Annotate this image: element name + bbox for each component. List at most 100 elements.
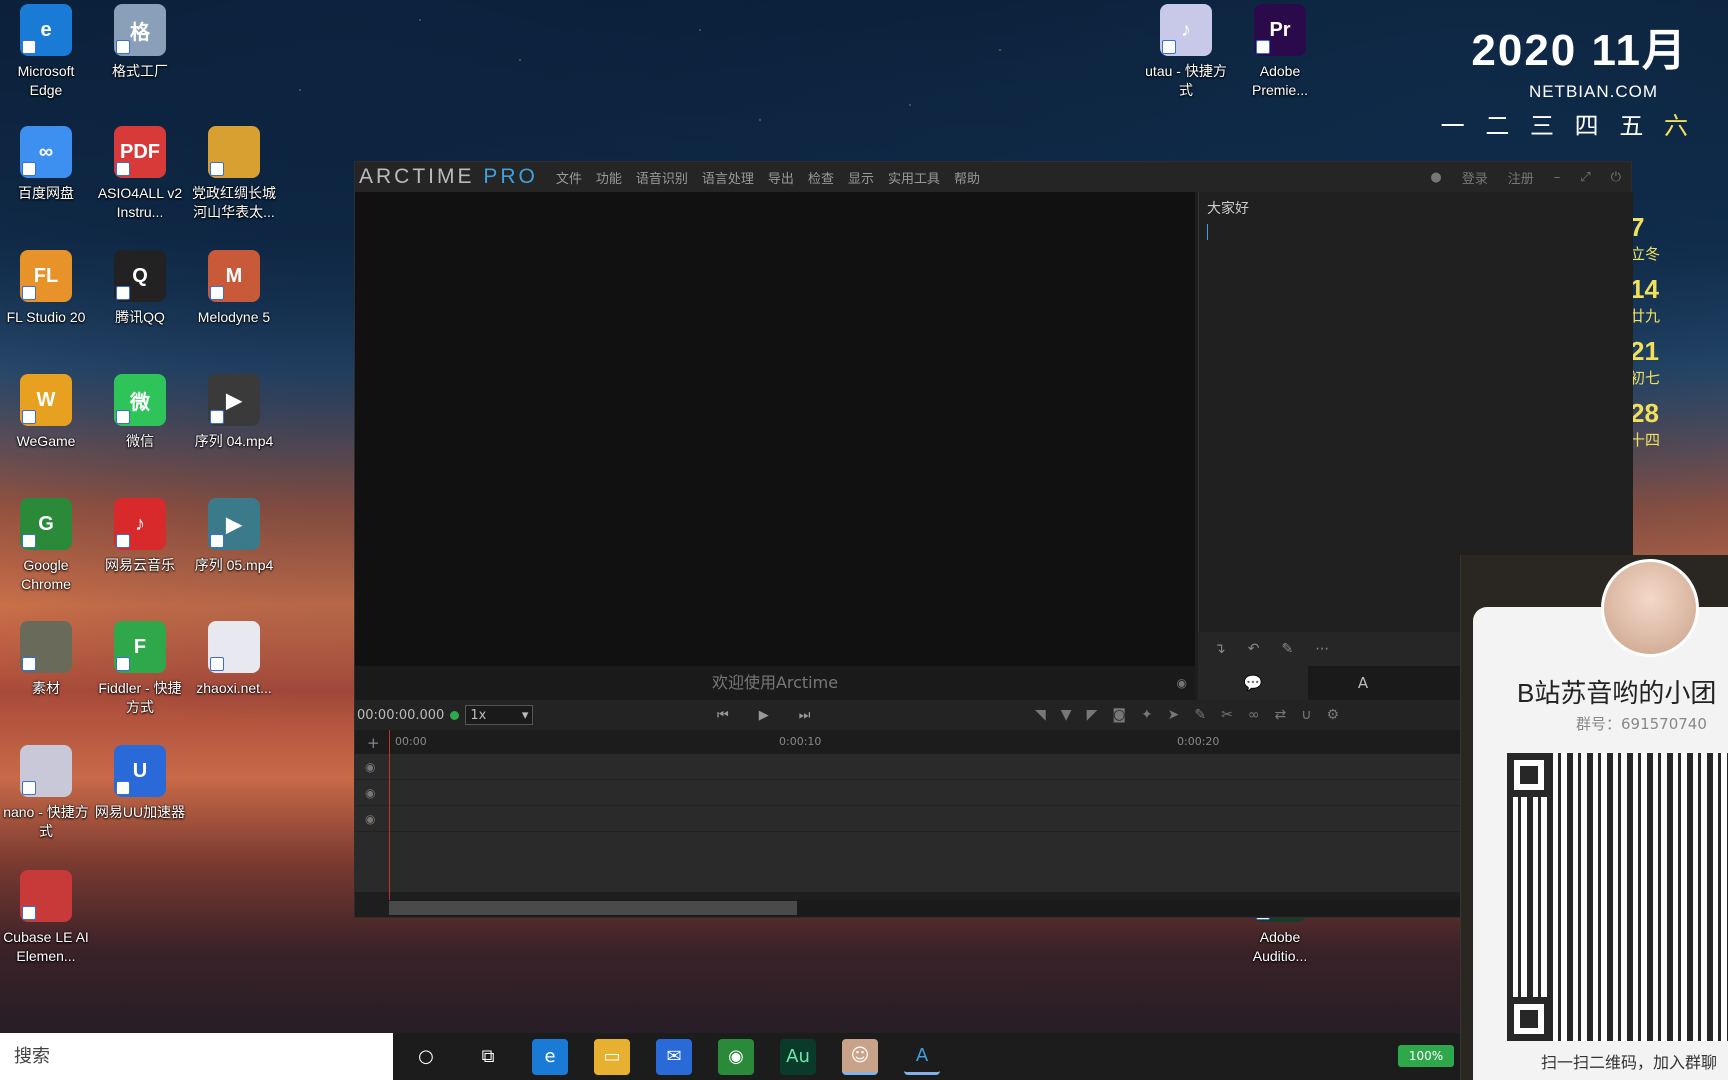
clock-widget: 2020 11月 NETBIAN.COM 一 二 三 四 五 六 bbox=[1441, 14, 1688, 141]
desktop-icon[interactable]: M Melodyne 5 bbox=[188, 250, 280, 327]
gear-icon[interactable]: ⚙ bbox=[1327, 707, 1340, 723]
desktop-icon-label: 网易UU加速器 bbox=[94, 804, 186, 820]
desktop-icon[interactable]: nano - 快捷方式 bbox=[0, 745, 92, 841]
play-icon[interactable]: ▶ bbox=[759, 708, 769, 723]
qr-scan-text: 扫一扫二维码，加入群聊 bbox=[1541, 1053, 1718, 1072]
text-caret bbox=[1207, 224, 1208, 240]
swap-icon[interactable]: ⇄ bbox=[1275, 707, 1287, 723]
track-row[interactable]: ◉ bbox=[355, 806, 1631, 832]
desktop-icon[interactable]: Pr Adobe Premie... bbox=[1234, 4, 1326, 100]
desktop-icon[interactable]: Q 腾讯QQ bbox=[94, 250, 186, 327]
playhead[interactable] bbox=[389, 730, 390, 900]
menu-display[interactable]: 显示 bbox=[848, 168, 874, 187]
select-icon[interactable]: ➤ bbox=[1168, 707, 1180, 723]
desktop-icon[interactable]: W WeGame bbox=[0, 374, 92, 451]
scissors-icon[interactable]: ✂ bbox=[1221, 707, 1233, 723]
chrome-icon[interactable]: ◉ bbox=[718, 1038, 754, 1075]
minimize-icon[interactable]: – bbox=[1554, 170, 1561, 185]
horizontal-scrollbar[interactable] bbox=[389, 900, 1633, 916]
scroll-thumb[interactable] bbox=[389, 901, 797, 915]
cortana-icon[interactable]: ○ bbox=[408, 1039, 444, 1075]
app-icon: W bbox=[20, 374, 72, 426]
next-icon[interactable]: ⏭ bbox=[799, 708, 811, 723]
desktop-icon[interactable]: G Google Chrome bbox=[0, 498, 92, 594]
desktop-icon-label: Cubase LE AI Elemen... bbox=[3, 929, 89, 964]
speed-select[interactable]: 1x ▾ bbox=[465, 705, 534, 725]
insert-icon[interactable]: ↴ bbox=[1214, 641, 1226, 657]
desktop-icon[interactable]: zhaoxi.net... bbox=[188, 621, 280, 698]
app-icon bbox=[208, 126, 260, 178]
desktop-icon[interactable]: e Microsoft Edge bbox=[0, 4, 92, 100]
edit-icon[interactable]: ✎ bbox=[1194, 707, 1206, 723]
arctime-taskbar-icon[interactable]: A bbox=[904, 1039, 940, 1075]
tab-font-icon[interactable]: A bbox=[1308, 666, 1418, 700]
login-link[interactable]: 登录 bbox=[1462, 168, 1488, 187]
desktop-icon[interactable]: FL FL Studio 20 bbox=[0, 250, 92, 327]
task-view-icon[interactable]: ⧉ bbox=[470, 1039, 506, 1075]
menu-file[interactable]: 文件 bbox=[556, 168, 582, 187]
file-explorer-icon[interactable]: ▭ bbox=[594, 1038, 630, 1075]
desktop-icon[interactable]: Cubase LE AI Elemen... bbox=[0, 870, 92, 966]
link-icon[interactable]: ∞ bbox=[1248, 707, 1260, 723]
menu-language-processing[interactable]: 语言处理 bbox=[702, 168, 754, 187]
desktop-icon-label: Melodyne 5 bbox=[197, 309, 271, 325]
avatar-app-icon[interactable]: ☺ bbox=[842, 1038, 878, 1075]
pen-icon[interactable]: ✎ bbox=[1281, 641, 1293, 657]
app-icon: Q bbox=[114, 250, 166, 302]
menu-tools[interactable]: 实用工具 bbox=[888, 168, 940, 187]
desktop-icon[interactable]: 微微信 bbox=[94, 374, 186, 451]
desktop-icon[interactable]: ♪ 网易云音乐 bbox=[94, 498, 186, 575]
power-icon[interactable]: ⏻ bbox=[1611, 170, 1621, 185]
time-ruler[interactable]: 00:00 0:00:10 0:00:20 bbox=[355, 730, 1631, 754]
desktop-icon[interactable]: 党政红绸长城河山华表太... bbox=[188, 126, 280, 222]
audition-icon[interactable]: Au bbox=[780, 1038, 816, 1075]
desktop-icon[interactable]: ∞ 百度网盘 bbox=[0, 126, 92, 203]
menu-speech-recognition[interactable]: 语音识别 bbox=[636, 168, 688, 187]
search-input[interactable]: 搜索 bbox=[0, 1033, 393, 1080]
desktop-icon-label: 序列 04.mp4 bbox=[194, 433, 274, 449]
ruler-tick: 0:00:10 bbox=[779, 735, 822, 748]
mail-icon[interactable]: ✉ bbox=[656, 1038, 692, 1075]
menu-help[interactable]: 帮助 bbox=[954, 168, 980, 187]
register-link[interactable]: 注册 bbox=[1508, 168, 1534, 187]
desktop-icon[interactable]: 素材 bbox=[0, 621, 92, 698]
desktop-icon[interactable]: U 网易UU加速器 bbox=[94, 745, 186, 822]
marker-icon[interactable]: ▼ bbox=[1061, 707, 1072, 723]
magnet-icon[interactable]: ∪ bbox=[1301, 707, 1311, 723]
weekday: 一 bbox=[1440, 113, 1465, 140]
app-icon: M bbox=[208, 250, 260, 302]
track-row[interactable]: ◉ bbox=[355, 754, 1631, 780]
mark-in-icon[interactable]: ◥ bbox=[1035, 707, 1046, 723]
eye-icon[interactable]: ◉ bbox=[365, 760, 375, 774]
edge-icon[interactable]: e bbox=[532, 1038, 568, 1075]
add-track-icon[interactable]: + bbox=[367, 734, 380, 752]
camera-icon[interactable]: ◙ bbox=[1112, 707, 1126, 723]
eye-icon[interactable]: ◉ bbox=[365, 812, 375, 826]
desktop-icon[interactable]: ♪ utau - 快捷方式 bbox=[1140, 4, 1232, 100]
title-bar: ARCTIME PRO 文件 功能 语音识别 语言处理 导出 检查 显示 实用工… bbox=[355, 162, 1631, 192]
magic-icon[interactable]: ✦ bbox=[1141, 707, 1153, 723]
menu-export[interactable]: 导出 bbox=[768, 168, 794, 187]
mark-out-icon[interactable]: ◤ bbox=[1087, 707, 1098, 723]
eye-icon[interactable]: ◉ bbox=[365, 786, 375, 800]
desktop-icon[interactable]: F Fiddler - 快捷方式 bbox=[94, 621, 186, 717]
app-icon bbox=[20, 621, 72, 673]
desktop-icon[interactable]: 格格式工厂 bbox=[94, 4, 186, 81]
subtitle-text[interactable]: 大家好 bbox=[1199, 192, 1633, 224]
desktop-icon[interactable]: ▶ 序列 04.mp4 bbox=[188, 374, 280, 451]
desktop-icon-label: 微信 bbox=[126, 433, 154, 449]
menu-function[interactable]: 功能 bbox=[596, 168, 622, 187]
tracks[interactable]: ◉ ◉ ◉ bbox=[355, 754, 1631, 892]
desktop-icon[interactable]: PDF ASIO4ALL v2 Instru... bbox=[94, 126, 186, 222]
tab-subtitle-icon[interactable]: 💬 bbox=[1198, 666, 1308, 700]
track-row[interactable]: ◉ bbox=[355, 780, 1631, 806]
arctime-window: ARCTIME PRO 文件 功能 语音识别 语言处理 导出 检查 显示 实用工… bbox=[354, 161, 1633, 918]
prev-icon[interactable]: ⏮ bbox=[717, 708, 729, 723]
more-icon[interactable]: ⋯ bbox=[1315, 641, 1329, 657]
maximize-icon[interactable]: ⤢ bbox=[1580, 170, 1590, 185]
eye-icon[interactable]: ◉ bbox=[1177, 666, 1187, 700]
qr-finder bbox=[1507, 753, 1551, 797]
undo-icon[interactable]: ↶ bbox=[1248, 641, 1260, 657]
desktop-icon[interactable]: ▶ 序列 05.mp4 bbox=[188, 498, 280, 575]
menu-check[interactable]: 检查 bbox=[808, 168, 834, 187]
